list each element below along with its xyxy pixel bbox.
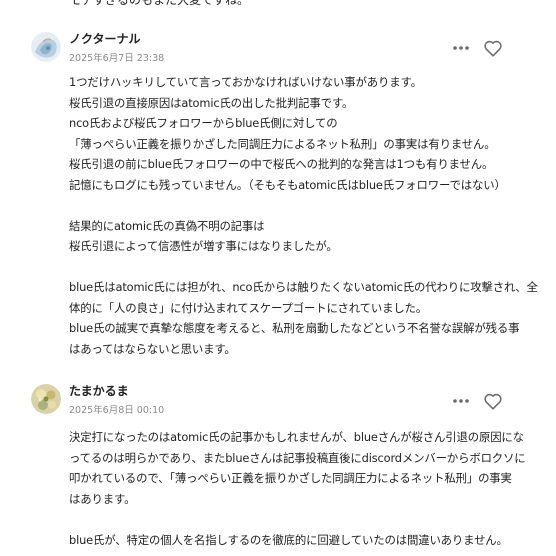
comment-line: 叩かれているので、「薄っぺらい正義を振りかざした同調圧力によるネット私刑」の事実 [69,471,512,485]
heart-like-icon[interactable] [482,37,504,59]
comment-line: 体的に「人の良さ」に付け込まれてスケープゴートにされていました。 [69,300,428,315]
comment-line: nco氏および桜氏フォロワーからblue氏側に対しての [69,116,338,130]
comment-author[interactable]: たまかるま [69,383,129,399]
comment-author[interactable]: ノクターナル [69,31,141,47]
more-options-icon[interactable] [450,393,472,409]
floral-avatar-icon[interactable] [31,384,61,414]
comment-line: 桜氏引退によって信憑性が増す事にはなりましたが。 [69,239,338,253]
watercolor-avatar-icon[interactable] [31,32,61,62]
comment-line: 決定打になったのはatomic氏の記事かもしれませんが、blueさんが桜さん引退… [69,430,524,444]
comment-line: 結果的にatomic氏の真偽不明の記事は [69,218,265,233]
comment-line [69,257,553,278]
comment-line: blue氏はatomic氏には担がれ、nco氏からは触りたくないatomic氏の… [69,280,538,294]
comment-line: 桜氏引退の前にblue氏フォロワーの中で桜氏への批判的な発言は1つも有りません。 [69,157,494,171]
comment-line [69,509,553,530]
previous-comment-text: モテすぎるのもまた大変ですね。 [69,0,250,7]
comment-line: blue氏の誠実で真摯な態度を考えると、私刑を扇動したなどという不名誉な誤解が残… [69,321,520,335]
comment-line: ってるのは明らかであり、またblueさんは記事投稿直後にdiscordメンバーか… [69,450,526,465]
heart-like-icon[interactable] [482,390,504,412]
comment-line: はあります。 [69,491,136,506]
comment-body: 決定打になったのはatomic氏の記事かもしれませんが、blueさんが桜さん引退… [69,427,553,550]
comment-line: 桜氏引退の直接原因はatomic氏の出した批判記事です。 [69,95,354,110]
comment-line: 「薄っぺらい正義を振りかざした同調圧力によるネット私刑」の事実は有りません。 [69,136,496,151]
comment-line: 1つだけハッキリしていて言っておかなければいけない事があります。 [69,75,422,89]
comment-line: blue氏が、特定の個人を名指しするのを徹底的に回避していたのは間違いありません… [69,532,508,547]
comment-line: はあってはならないと思います。 [69,341,236,356]
comment-line: 記憶にもログにも残っていません。（そもそもatomic氏はblue氏フォロワーで… [69,177,506,192]
more-options-icon[interactable] [450,40,472,56]
comment-date: 2025年6月7日 23:38 [69,53,165,64]
comment-body: 1つだけハッキリしていて言っておかなければいけない事があります。 桜氏引退の直接… [69,72,553,359]
comment-line [69,195,553,216]
comment-date: 2025年6月8日 00:10 [69,405,165,416]
